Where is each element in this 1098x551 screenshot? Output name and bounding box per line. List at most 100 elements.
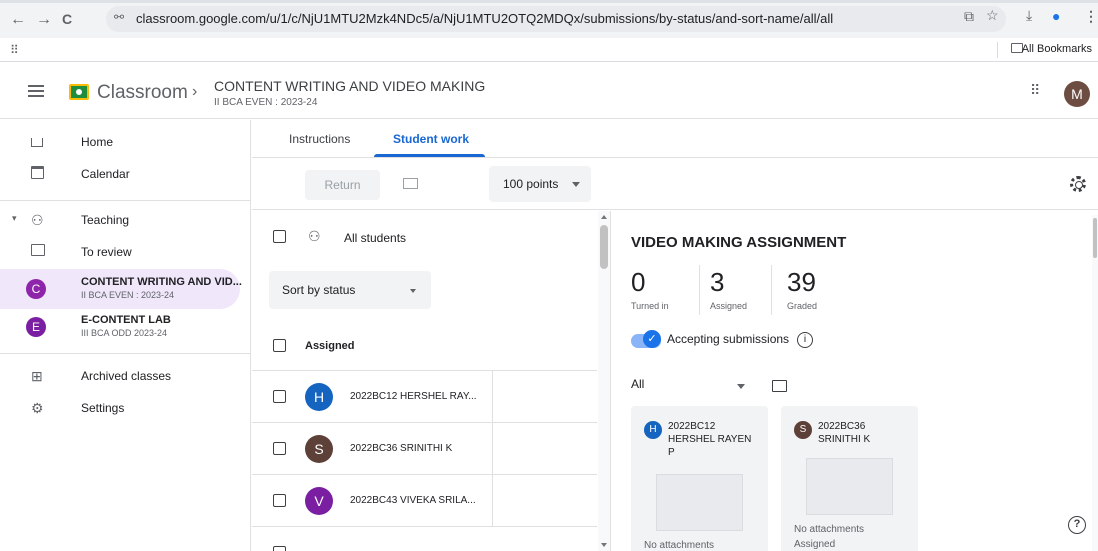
info-icon[interactable]: i: [797, 332, 813, 348]
graded-label: Graded: [787, 301, 818, 311]
assignment-title: VIDEO MAKING ASSIGNMENT: [631, 234, 847, 251]
folder-icon[interactable]: [772, 380, 787, 392]
panel-scrollbar-thumb[interactable]: [1093, 218, 1097, 258]
points-dropdown[interactable]: 100 points: [489, 166, 591, 202]
return-button[interactable]: Return: [305, 170, 380, 200]
class-avatar: E: [26, 317, 46, 337]
table-row[interactable]: V 2022BC43 VIVEKA SRILA...: [252, 474, 597, 527]
app-title[interactable]: Classroom: [97, 82, 188, 104]
sidebar-item-to-review[interactable]: To review: [0, 232, 240, 272]
class-section: II BCA EVEN : 2023-24: [214, 97, 318, 108]
sidebar-class-e-content-lab[interactable]: E E-CONTENT LAB III BCA ODD 2023-24: [0, 307, 240, 347]
dropdown-arrow-icon: [410, 289, 416, 293]
sidebar-item-label: Home: [81, 135, 114, 149]
sidebar-item-label: Settings: [81, 401, 125, 415]
tab-bar: Instructions Student work: [252, 120, 1098, 158]
google-apps-icon[interactable]: ⠿: [1030, 82, 1040, 99]
all-bookmarks-link[interactable]: All Bookmarks: [1022, 43, 1092, 55]
settings-icon: ⚙: [31, 400, 44, 416]
caret-down-icon[interactable]: ▾: [12, 213, 17, 224]
sort-dropdown[interactable]: Sort by status: [269, 271, 431, 309]
site-info-icon[interactable]: ⚯: [114, 10, 124, 24]
email-icon[interactable]: [403, 178, 418, 189]
attachments-label: No attachments: [794, 524, 865, 535]
reload-icon[interactable]: C: [62, 11, 72, 27]
list-scrollbar-thumb[interactable]: [600, 225, 608, 269]
sort-label: Sort by status: [282, 283, 356, 297]
dropdown-arrow-icon[interactable]: [737, 384, 745, 389]
turned-in-count: 0: [631, 267, 646, 297]
class-name[interactable]: CONTENT WRITING AND VIDEO MAKING: [214, 78, 485, 94]
people-icon: ⚇: [308, 228, 321, 244]
status-label: Assigned: [794, 539, 836, 550]
download-icon[interactable]: ⤓: [1026, 7, 1032, 24]
student-name: 2022BC43 VIVEKA SRILA...: [350, 495, 476, 506]
tab-instructions[interactable]: Instructions: [289, 132, 350, 146]
student-checkbox[interactable]: [273, 494, 286, 507]
sidebar-class-content-writing[interactable]: C CONTENT WRITING AND VID... II BCA EVEN…: [0, 269, 242, 309]
student-checkbox[interactable]: [273, 546, 286, 551]
stat-divider: [771, 265, 772, 315]
student-checkbox[interactable]: [273, 442, 286, 455]
table-row[interactable]: S 2022BC36 SRINITHI K: [252, 422, 597, 475]
points-value: 100 points: [503, 177, 559, 191]
select-all-checkbox[interactable]: [273, 230, 286, 243]
panel-scrollbar[interactable]: [1092, 215, 1098, 551]
check-icon[interactable]: ✓: [643, 330, 661, 348]
sidebar: Home Calendar ▾ ⚇ Teaching To review C C…: [0, 120, 251, 551]
select-assigned-checkbox[interactable]: [273, 339, 286, 352]
table-row[interactable]: [252, 526, 597, 551]
class-title: CONTENT WRITING AND VID...: [81, 276, 242, 288]
bookmarks-bar: ⠿ All Bookmarks: [0, 38, 1098, 62]
turned-in-stat[interactable]: 0 Turned in: [631, 267, 669, 311]
tab-student-work[interactable]: Student work: [393, 132, 469, 146]
sidebar-item-settings[interactable]: ⚙ Settings: [0, 388, 240, 428]
help-icon[interactable]: ?: [1068, 516, 1086, 534]
column-divider: [492, 423, 493, 475]
student-checkbox[interactable]: [273, 390, 286, 403]
classroom-logo-icon[interactable]: [69, 84, 89, 100]
attachment-thumbnail: [656, 474, 743, 531]
avatar: S: [305, 435, 333, 463]
submission-card[interactable]: S 2022BC36 SRINITHI K No attachments Ass…: [781, 406, 918, 551]
home-icon: [31, 134, 47, 148]
column-divider: [492, 475, 493, 527]
avatar: H: [305, 383, 333, 411]
people-icon: ⚇: [31, 212, 44, 228]
stat-divider: [699, 265, 700, 315]
sidebar-item-calendar[interactable]: Calendar: [0, 154, 240, 194]
class-title: E-CONTENT LAB: [81, 314, 171, 326]
bookmark-star-icon[interactable]: ☆: [986, 7, 999, 24]
account-avatar[interactable]: M: [1064, 81, 1090, 107]
menu-icon[interactable]: [28, 85, 44, 97]
submission-card[interactable]: H 2022BC12 HERSHEL RAYEN P No attachment…: [631, 406, 768, 551]
assigned-stat[interactable]: 3 Assigned: [710, 267, 747, 311]
profile-icon[interactable]: ●: [1052, 8, 1060, 24]
turned-in-label: Turned in: [631, 301, 669, 311]
class-avatar: C: [26, 279, 46, 299]
app-header: Classroom › CONTENT WRITING AND VIDEO MA…: [0, 63, 1098, 119]
chevron-right-icon: ›: [192, 83, 198, 100]
graded-stat[interactable]: 39 Graded: [787, 267, 817, 311]
filter-dropdown[interactable]: All: [631, 377, 644, 391]
table-row[interactable]: H 2022BC12 HERSHEL RAY...: [252, 370, 597, 423]
sidebar-item-label: Calendar: [81, 167, 130, 181]
assigned-label: Assigned: [710, 301, 748, 311]
url-text[interactable]: classroom.google.com/u/1/c/NjU1MTU2Mzk4N…: [136, 11, 833, 26]
gear-icon[interactable]: [1070, 176, 1086, 192]
bookmarks-separator: [997, 42, 998, 58]
scroll-up-icon[interactable]: [601, 215, 607, 219]
calendar-icon: [31, 166, 47, 180]
assigned-count: 3: [710, 267, 725, 297]
attachment-thumbnail: [806, 458, 893, 515]
back-arrow-icon[interactable]: ←: [10, 11, 26, 29]
card-student-name: 2022BC12 HERSHEL RAYEN P: [668, 421, 752, 458]
scroll-down-icon[interactable]: [601, 543, 607, 547]
forward-arrow-icon[interactable]: →: [36, 11, 52, 29]
cast-icon[interactable]: ⧉: [964, 8, 974, 25]
apps-grid-icon[interactable]: ⠿: [10, 43, 19, 57]
browser-menu-icon[interactable]: ⋮: [1084, 8, 1098, 25]
student-name: 2022BC36 SRINITHI K: [350, 443, 453, 454]
card-student-name: 2022BC36 SRINITHI K: [818, 421, 871, 445]
attachments-label: No attachments: [644, 540, 715, 551]
